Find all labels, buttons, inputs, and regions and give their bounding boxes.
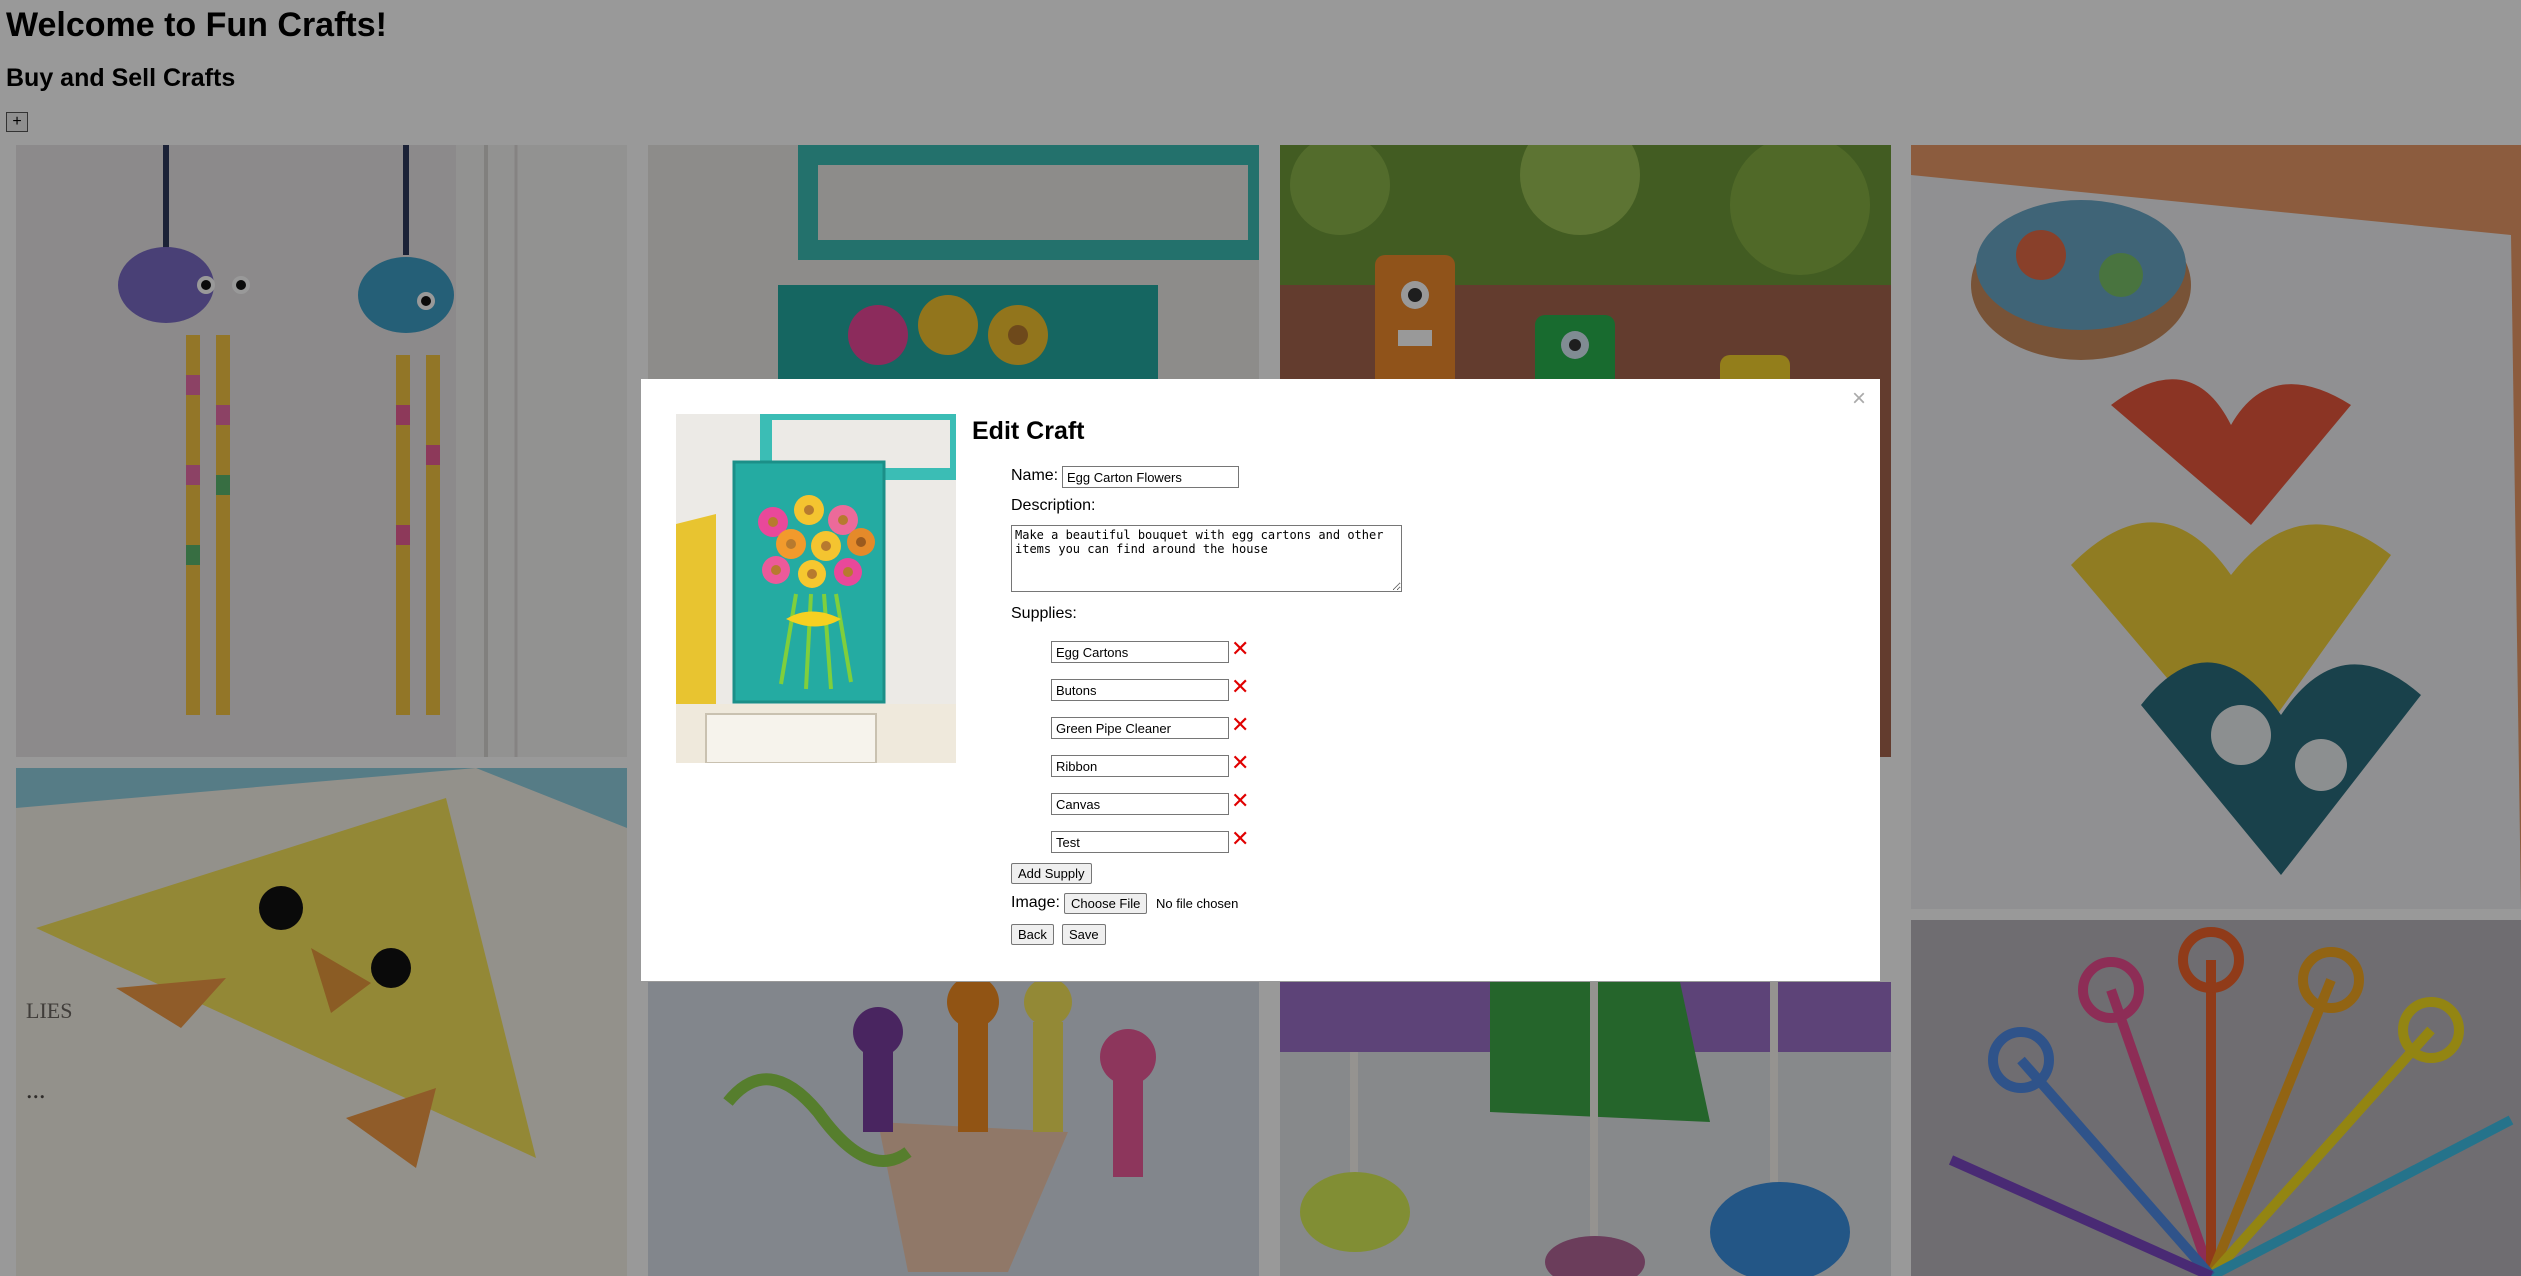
save-button[interactable]: Save xyxy=(1062,924,1106,945)
supply-input[interactable] xyxy=(1051,679,1229,701)
supply-row: ✕ xyxy=(1051,675,1251,703)
remove-supply-icon[interactable]: ✕ xyxy=(1231,751,1249,776)
name-input[interactable] xyxy=(1062,466,1239,488)
supply-input[interactable] xyxy=(1051,831,1229,853)
choose-file-button[interactable]: Choose File xyxy=(1064,893,1148,914)
remove-supply-icon[interactable]: ✕ xyxy=(1231,637,1249,662)
remove-supply-icon[interactable]: ✕ xyxy=(1231,789,1249,814)
supply-row: ✕ xyxy=(1051,789,1251,817)
supply-row: ✕ xyxy=(1051,713,1251,741)
modal-title: Edit Craft xyxy=(972,417,1085,445)
back-button[interactable]: Back xyxy=(1011,924,1054,945)
file-status-text: No file chosen xyxy=(1156,896,1239,911)
supply-input[interactable] xyxy=(1051,793,1229,815)
description-label: Description: xyxy=(1011,497,1096,514)
supplies-label: Supplies: xyxy=(1011,605,1077,622)
remove-supply-icon[interactable]: ✕ xyxy=(1231,827,1249,852)
image-label: Image: xyxy=(1011,894,1060,911)
remove-supply-icon[interactable]: ✕ xyxy=(1231,675,1249,700)
name-label: Name: xyxy=(1011,467,1059,484)
edit-craft-modal: × Edit Craft Name: Egg Carton Flowers De… xyxy=(641,379,1880,981)
remove-supply-icon[interactable]: ✕ xyxy=(1231,713,1249,738)
craft-preview-image xyxy=(676,414,956,763)
supply-input[interactable] xyxy=(1051,641,1229,663)
supply-row: ✕ xyxy=(1051,827,1251,855)
add-supply-button[interactable]: Add Supply xyxy=(1011,863,1092,884)
supply-row: ✕ xyxy=(1051,637,1251,665)
supply-input[interactable] xyxy=(1051,717,1229,739)
close-icon[interactable]: × xyxy=(1852,385,1866,413)
supply-input[interactable] xyxy=(1051,755,1229,777)
flower-bouquet-image xyxy=(676,414,956,763)
description-textarea[interactable]: Make a beautiful bouquet with egg carton… xyxy=(1011,525,1402,592)
supply-row: ✕ xyxy=(1051,751,1251,779)
